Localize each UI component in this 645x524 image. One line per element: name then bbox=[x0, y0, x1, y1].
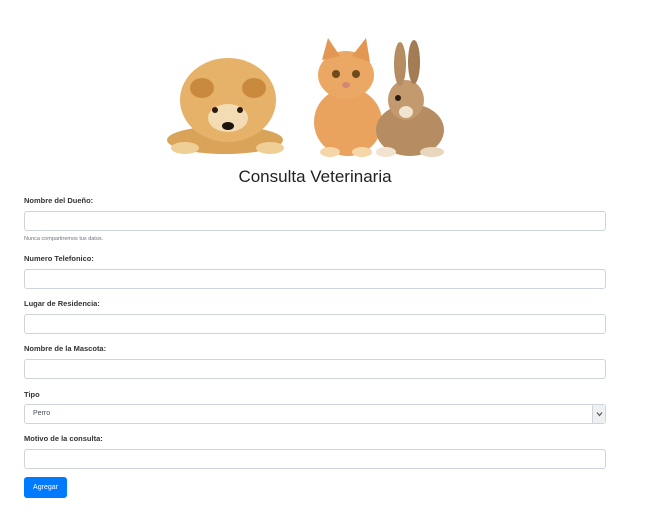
phone-label: Numero Telefonico: bbox=[24, 254, 94, 263]
hero-pets-image bbox=[160, 30, 475, 160]
residence-label: Lugar de Residencia: bbox=[24, 299, 100, 308]
pet-name-label: Nombre de la Mascota: bbox=[24, 344, 107, 353]
pet-name-input[interactable] bbox=[24, 359, 606, 379]
reason-label: Motivo de la consulta: bbox=[24, 434, 103, 443]
add-button[interactable]: Agregar bbox=[24, 477, 67, 498]
pet-type-select[interactable]: Perro bbox=[24, 404, 606, 424]
page-title: Consulta Veterinaria bbox=[238, 167, 392, 186]
owner-help-text: Nunca compartiremos tus datos. bbox=[24, 236, 104, 242]
phone-input[interactable] bbox=[24, 269, 606, 289]
pet-type-selected-value: Perro bbox=[33, 410, 51, 417]
type-label: Tipo bbox=[24, 390, 40, 399]
owner-name-input[interactable] bbox=[24, 211, 606, 231]
residence-input[interactable] bbox=[24, 314, 606, 334]
reason-input[interactable] bbox=[24, 449, 606, 469]
chevron-down-icon[interactable] bbox=[592, 405, 605, 423]
owner-name-label: Nombre del Dueño: bbox=[24, 196, 94, 205]
